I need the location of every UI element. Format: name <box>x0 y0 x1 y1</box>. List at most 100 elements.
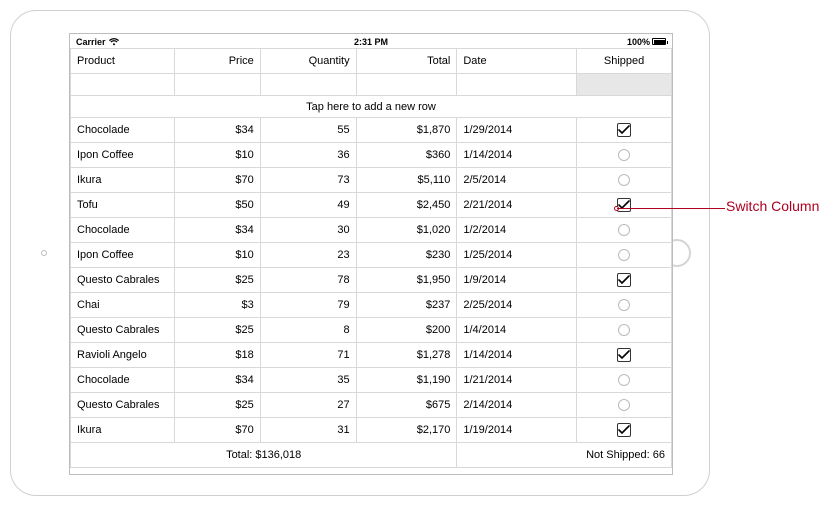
cell-quantity[interactable]: 30 <box>260 218 356 243</box>
checkbox-empty-icon[interactable] <box>618 399 630 411</box>
cell-date[interactable]: 1/19/2014 <box>457 418 577 443</box>
cell-quantity[interactable]: 31 <box>260 418 356 443</box>
checkbox-empty-icon[interactable] <box>618 174 630 186</box>
filter-date[interactable] <box>457 74 577 96</box>
checkbox-empty-icon[interactable] <box>618 249 630 261</box>
checkbox-empty-icon[interactable] <box>618 224 630 236</box>
table-row[interactable]: Ravioli Angelo$1871$1,2781/14/2014 <box>71 343 672 368</box>
table-row[interactable]: Chocolade$3435$1,1901/21/2014 <box>71 368 672 393</box>
cell-product[interactable]: Chocolade <box>71 218 175 243</box>
cell-total[interactable]: $2,450 <box>356 193 457 218</box>
cell-quantity[interactable]: 35 <box>260 368 356 393</box>
checkbox-checked-icon[interactable] <box>617 198 631 212</box>
cell-product[interactable]: Ipon Coffee <box>71 243 175 268</box>
filter-price[interactable] <box>174 74 260 96</box>
cell-price[interactable]: $70 <box>174 168 260 193</box>
table-row[interactable]: Ipon Coffee$1023$2301/25/2014 <box>71 243 672 268</box>
cell-shipped[interactable] <box>577 293 672 318</box>
cell-shipped[interactable] <box>577 143 672 168</box>
filter-shipped[interactable] <box>577 74 672 96</box>
cell-shipped[interactable] <box>577 218 672 243</box>
table-row[interactable]: Ipon Coffee$1036$3601/14/2014 <box>71 143 672 168</box>
table-row[interactable]: Chocolade$3430$1,0201/2/2014 <box>71 218 672 243</box>
table-row[interactable]: Chocolade$3455$1,8701/29/2014 <box>71 118 672 143</box>
cell-quantity[interactable]: 23 <box>260 243 356 268</box>
cell-date[interactable]: 2/5/2014 <box>457 168 577 193</box>
cell-price[interactable]: $18 <box>174 343 260 368</box>
cell-date[interactable]: 1/21/2014 <box>457 368 577 393</box>
table-row[interactable]: Tofu$5049$2,4502/21/2014 <box>71 193 672 218</box>
cell-total[interactable]: $5,110 <box>356 168 457 193</box>
cell-date[interactable]: 1/25/2014 <box>457 243 577 268</box>
table-row[interactable]: Ikura$7073$5,1102/5/2014 <box>71 168 672 193</box>
cell-price[interactable]: $34 <box>174 118 260 143</box>
table-row[interactable]: Questo Cabrales$2527$6752/14/2014 <box>71 393 672 418</box>
cell-shipped[interactable] <box>577 393 672 418</box>
cell-shipped[interactable] <box>577 193 672 218</box>
header-price[interactable]: Price <box>174 49 260 74</box>
cell-quantity[interactable]: 79 <box>260 293 356 318</box>
cell-total[interactable]: $1,278 <box>356 343 457 368</box>
header-product[interactable]: Product <box>71 49 175 74</box>
cell-shipped[interactable] <box>577 368 672 393</box>
cell-quantity[interactable]: 71 <box>260 343 356 368</box>
cell-total[interactable]: $1,190 <box>356 368 457 393</box>
cell-shipped[interactable] <box>577 118 672 143</box>
checkbox-checked-icon[interactable] <box>617 348 631 362</box>
table-row[interactable]: Ikura$7031$2,1701/19/2014 <box>71 418 672 443</box>
cell-date[interactable]: 2/14/2014 <box>457 393 577 418</box>
cell-total[interactable]: $237 <box>356 293 457 318</box>
cell-product[interactable]: Questo Cabrales <box>71 393 175 418</box>
cell-total[interactable]: $200 <box>356 318 457 343</box>
cell-date[interactable]: 1/9/2014 <box>457 268 577 293</box>
cell-shipped[interactable] <box>577 168 672 193</box>
cell-quantity[interactable]: 78 <box>260 268 356 293</box>
cell-product[interactable]: Ikura <box>71 418 175 443</box>
table-row[interactable]: Questo Cabrales$2578$1,9501/9/2014 <box>71 268 672 293</box>
cell-date[interactable]: 1/29/2014 <box>457 118 577 143</box>
cell-price[interactable]: $10 <box>174 143 260 168</box>
cell-product[interactable]: Ikura <box>71 168 175 193</box>
cell-total[interactable]: $230 <box>356 243 457 268</box>
cell-total[interactable]: $1,870 <box>356 118 457 143</box>
cell-date[interactable]: 1/14/2014 <box>457 343 577 368</box>
filter-total[interactable] <box>356 74 457 96</box>
cell-price[interactable]: $25 <box>174 393 260 418</box>
cell-total[interactable]: $675 <box>356 393 457 418</box>
cell-product[interactable]: Tofu <box>71 193 175 218</box>
cell-product[interactable]: Ipon Coffee <box>71 143 175 168</box>
cell-shipped[interactable] <box>577 243 672 268</box>
cell-quantity[interactable]: 73 <box>260 168 356 193</box>
cell-shipped[interactable] <box>577 343 672 368</box>
cell-quantity[interactable]: 8 <box>260 318 356 343</box>
cell-product[interactable]: Chocolade <box>71 118 175 143</box>
checkbox-empty-icon[interactable] <box>618 374 630 386</box>
header-shipped[interactable]: Shipped <box>577 49 672 74</box>
cell-shipped[interactable] <box>577 268 672 293</box>
cell-quantity[interactable]: 36 <box>260 143 356 168</box>
header-date[interactable]: Date <box>457 49 577 74</box>
table-row[interactable]: Questo Cabrales$258$2001/4/2014 <box>71 318 672 343</box>
checkbox-checked-icon[interactable] <box>617 123 631 137</box>
filter-product[interactable] <box>71 74 175 96</box>
cell-price[interactable]: $70 <box>174 418 260 443</box>
cell-total[interactable]: $360 <box>356 143 457 168</box>
cell-total[interactable]: $1,020 <box>356 218 457 243</box>
header-quantity[interactable]: Quantity <box>260 49 356 74</box>
cell-price[interactable]: $50 <box>174 193 260 218</box>
cell-date[interactable]: 1/2/2014 <box>457 218 577 243</box>
table-row[interactable]: Chai$379$2372/25/2014 <box>71 293 672 318</box>
header-total[interactable]: Total <box>356 49 457 74</box>
cell-product[interactable]: Questo Cabrales <box>71 268 175 293</box>
cell-quantity[interactable]: 49 <box>260 193 356 218</box>
checkbox-checked-icon[interactable] <box>617 423 631 437</box>
cell-quantity[interactable]: 27 <box>260 393 356 418</box>
cell-price[interactable]: $25 <box>174 268 260 293</box>
add-new-row-label[interactable]: Tap here to add a new row <box>71 96 672 118</box>
cell-product[interactable]: Ravioli Angelo <box>71 343 175 368</box>
checkbox-empty-icon[interactable] <box>618 299 630 311</box>
cell-total[interactable]: $2,170 <box>356 418 457 443</box>
cell-date[interactable]: 1/14/2014 <box>457 143 577 168</box>
cell-total[interactable]: $1,950 <box>356 268 457 293</box>
cell-date[interactable]: 1/4/2014 <box>457 318 577 343</box>
